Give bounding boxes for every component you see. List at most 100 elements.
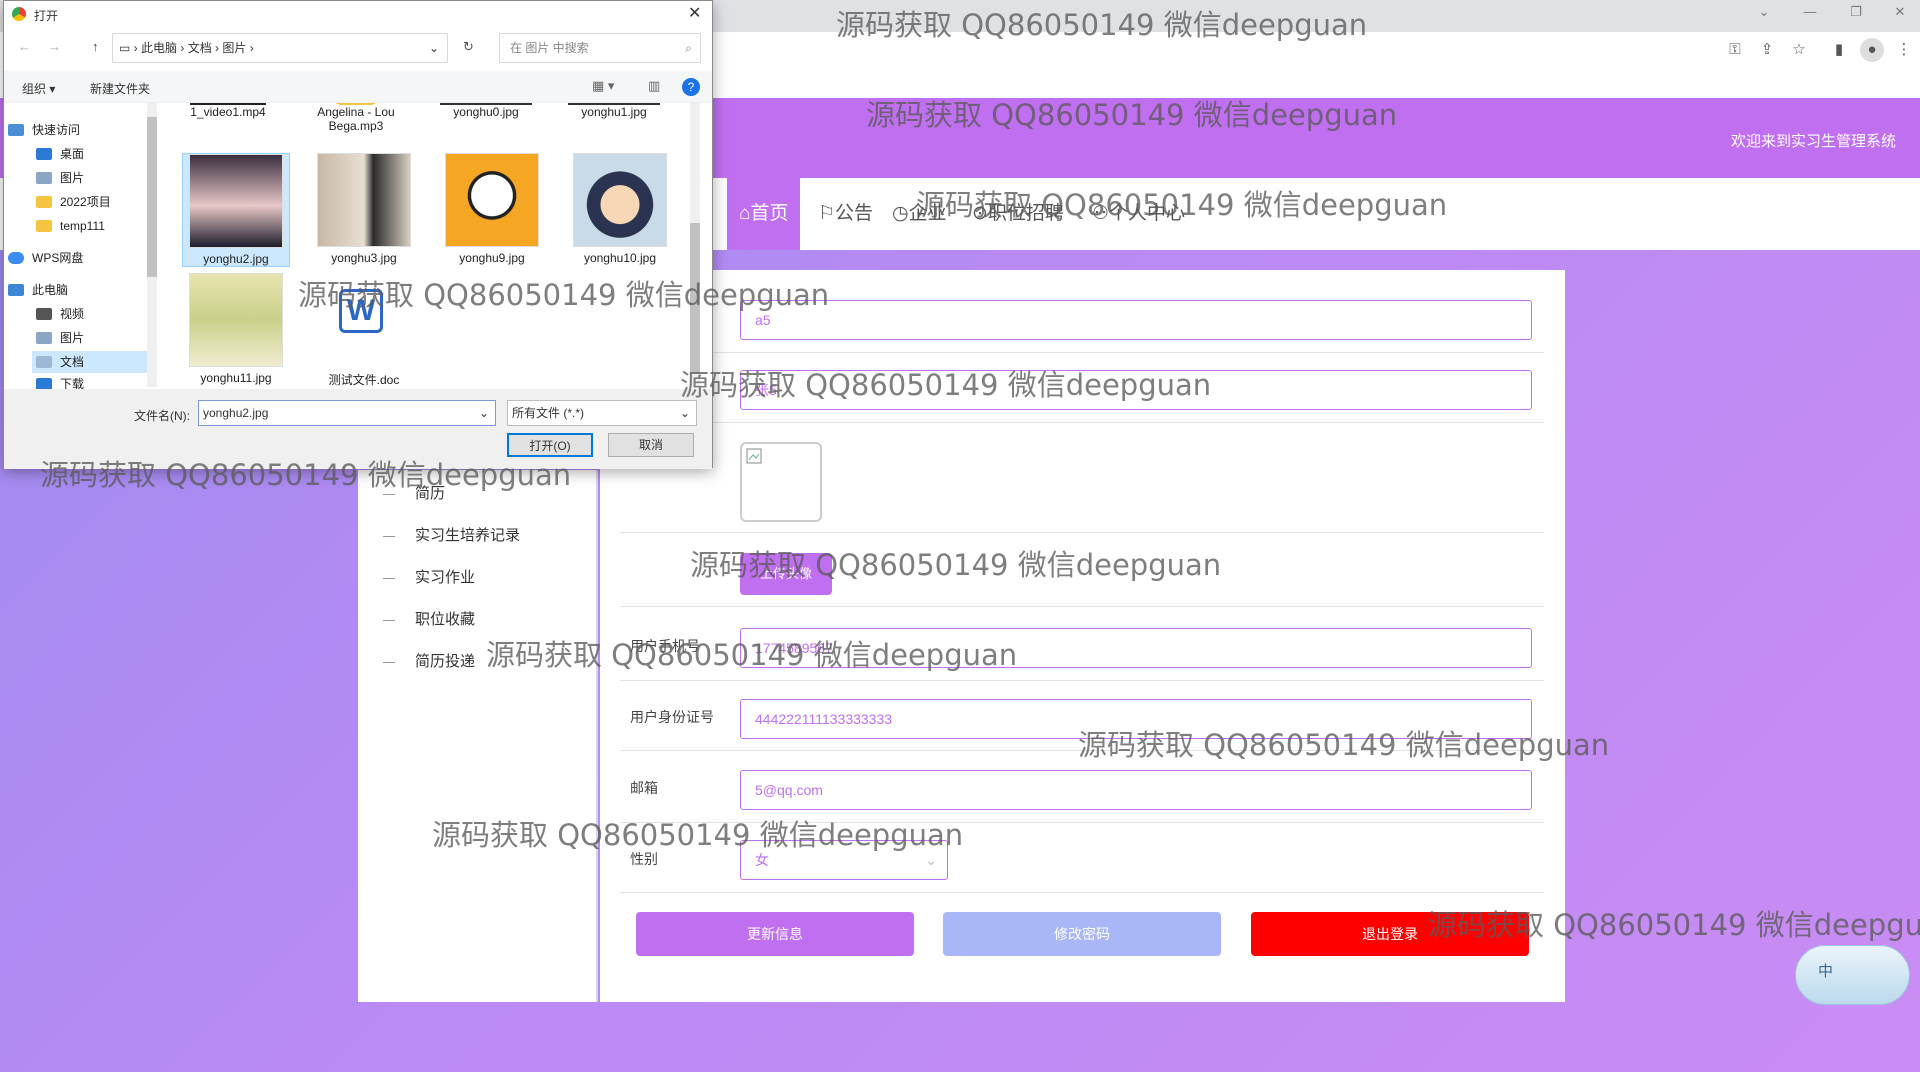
filetype-select[interactable]: 所有文件 (*.*) ⌄ bbox=[507, 400, 697, 426]
sidebar-item-resume[interactable]: 简历 bbox=[383, 482, 445, 503]
change-password-button[interactable]: 修改密码 bbox=[943, 912, 1221, 956]
cloud-icon bbox=[8, 252, 24, 264]
upload-avatar-button[interactable]: 上传头像 bbox=[740, 553, 832, 595]
refresh-icon[interactable]: ↻ bbox=[463, 39, 474, 55]
account-field[interactable]: a5 bbox=[740, 300, 1532, 340]
logout-button[interactable]: 退出登录 bbox=[1251, 912, 1529, 956]
help-icon[interactable]: ? bbox=[682, 78, 700, 96]
chevron-down-icon[interactable]: ⌄ bbox=[479, 401, 489, 425]
nav-notice[interactable]: ⚐公告 bbox=[806, 178, 885, 250]
file-item[interactable]: yonghu1.jpg bbox=[560, 103, 668, 119]
nav-videos[interactable]: 视频 bbox=[32, 303, 84, 325]
ime-widget[interactable]: 中 bbox=[1795, 945, 1910, 1005]
up-arrow-icon[interactable]: ↑ bbox=[92, 39, 99, 54]
file-item[interactable]: yonghu10.jpg bbox=[566, 153, 674, 265]
divider bbox=[620, 892, 1544, 893]
nav-wps-cloud[interactable]: WPS网盘 bbox=[4, 247, 83, 269]
chevron-down-icon: ⌄ bbox=[679, 406, 690, 420]
sidebar-item-applications[interactable]: 简历投递 bbox=[383, 650, 475, 671]
file-item[interactable]: W 测试文件.doc bbox=[310, 273, 418, 387]
email-label: 邮箱 bbox=[630, 780, 658, 796]
dialog-toolbar: 组织 ▾ 新建文件夹 ▦ ▾ ▥ ? bbox=[4, 71, 712, 103]
nav-temp-folder[interactable]: temp111 bbox=[32, 215, 105, 237]
close-icon[interactable]: ✕ bbox=[688, 3, 701, 23]
preview-pane-icon[interactable]: ▥ bbox=[648, 78, 660, 94]
new-folder-button[interactable]: 新建文件夹 bbox=[90, 80, 150, 97]
close-window-icon[interactable]: ✕ bbox=[1880, 4, 1920, 20]
divider bbox=[620, 680, 1544, 681]
nav-jobs[interactable]: ⊙职位招聘 bbox=[960, 178, 1076, 250]
back-arrow-icon[interactable]: ← bbox=[18, 39, 31, 54]
dash-icon bbox=[383, 619, 395, 621]
file-item[interactable]: yonghu0.jpg bbox=[432, 103, 540, 119]
folder-icon: ▭ › bbox=[119, 41, 142, 55]
welcome-text: 欢迎来到实习生管理系统 bbox=[1730, 133, 1896, 150]
nav-scrollbar[interactable] bbox=[147, 103, 157, 387]
nav-this-pc[interactable]: 此电脑 bbox=[4, 279, 68, 301]
filename-input[interactable]: yonghu2.jpg ⌄ bbox=[198, 400, 496, 426]
nav-pictures[interactable]: 图片 bbox=[32, 167, 84, 189]
divider bbox=[620, 822, 1544, 823]
video-folder-icon bbox=[36, 308, 52, 320]
menu-icon[interactable]: ⋮ bbox=[1892, 38, 1916, 62]
sidebar-item-homework[interactable]: 实习作业 bbox=[383, 566, 475, 587]
chrome-logo-icon bbox=[12, 7, 26, 21]
star-icon[interactable]: ☆ bbox=[1787, 38, 1811, 62]
file-scrollbar[interactable] bbox=[690, 103, 700, 387]
image-thumbnail bbox=[573, 153, 667, 247]
sidebar-item-favorites[interactable]: 职位收藏 bbox=[383, 608, 475, 629]
chevron-down-icon[interactable]: ⌄ bbox=[429, 34, 439, 62]
nav-quick-access[interactable]: 快速访问 bbox=[4, 119, 80, 141]
divider bbox=[620, 750, 1544, 751]
breadcrumb-pictures[interactable]: 图片 bbox=[222, 41, 246, 55]
profile-icon[interactable]: ● bbox=[1860, 38, 1884, 62]
nav-documents[interactable]: 文档 bbox=[32, 351, 150, 373]
forward-arrow-icon[interactable]: → bbox=[48, 39, 61, 54]
search-icon: ⌕ bbox=[685, 41, 692, 55]
nav-desktop[interactable]: 桌面 bbox=[32, 143, 84, 165]
restore-icon[interactable]: ❐ bbox=[1836, 4, 1876, 20]
search-input[interactable]: 在 图片 中搜索 ⌕ bbox=[499, 33, 701, 63]
nav-company[interactable]: ◷企业 bbox=[880, 178, 959, 250]
open-file-dialog: 打开 ✕ ← → ↑ ▭ › 此电脑 › 文档 › 图片 › ⌄ ↻ 在 图片 … bbox=[3, 0, 713, 469]
file-item[interactable]: yonghu11.jpg bbox=[182, 273, 290, 385]
chevron-down-icon: ⌄ bbox=[925, 852, 937, 868]
view-options-icon[interactable]: ▦ ▾ bbox=[592, 78, 614, 94]
dash-icon bbox=[383, 661, 395, 663]
idcard-field[interactable]: 444222111133333333 bbox=[740, 699, 1532, 739]
dash-icon bbox=[383, 493, 395, 495]
nav-pictures-pc[interactable]: 图片 bbox=[32, 327, 84, 349]
gender-select[interactable]: 女 ⌄ bbox=[740, 840, 948, 880]
nav-home[interactable]: ⌂首页 bbox=[727, 178, 801, 250]
breadcrumb-pc[interactable]: 此电脑 bbox=[141, 41, 177, 55]
folder-icon bbox=[36, 220, 52, 232]
nav-profile[interactable]: ⚇个人中心 bbox=[1080, 178, 1197, 250]
file-scroll-thumb[interactable] bbox=[690, 223, 700, 373]
file-item[interactable]: yonghu3.jpg bbox=[310, 153, 418, 265]
name-field[interactable]: 张5 bbox=[740, 370, 1532, 410]
tab-search-icon[interactable]: ⌄ bbox=[1744, 4, 1784, 20]
file-item-selected[interactable]: yonghu2.jpg bbox=[182, 153, 290, 267]
breadcrumb-documents[interactable]: 文档 bbox=[188, 41, 212, 55]
phone-field[interactable]: 1774589567 bbox=[740, 628, 1532, 668]
update-info-button[interactable]: 更新信息 bbox=[636, 912, 914, 956]
file-grid: 1_video1.mp4 Angelina - Lou Bega.mp3 yon… bbox=[162, 103, 702, 387]
organize-button[interactable]: 组织 ▾ bbox=[22, 80, 55, 97]
image-thumbnail bbox=[317, 153, 411, 247]
address-bar[interactable]: ▭ › 此电脑 › 文档 › 图片 › ⌄ bbox=[112, 33, 448, 63]
avatar-image bbox=[740, 442, 822, 522]
cancel-button[interactable]: 取消 bbox=[608, 433, 694, 457]
key-icon[interactable]: ⚿ bbox=[1723, 38, 1747, 62]
nav-scroll-thumb[interactable] bbox=[147, 117, 157, 277]
open-button[interactable]: 打开(O) bbox=[507, 433, 593, 457]
share-icon[interactable]: ⇪ bbox=[1755, 38, 1779, 62]
file-item[interactable]: 1_video1.mp4 bbox=[174, 103, 282, 119]
email-field[interactable]: 5@qq.com bbox=[740, 770, 1532, 810]
sidebar-item-training[interactable]: 实习生培养记录 bbox=[383, 524, 520, 545]
nav-project-folder[interactable]: 2022项目 bbox=[32, 191, 111, 213]
sidebar-icon[interactable]: ▮ bbox=[1827, 38, 1851, 62]
file-item[interactable]: Angelina - Lou Bega.mp3 bbox=[302, 103, 410, 133]
documents-folder-icon bbox=[36, 356, 52, 368]
file-item[interactable]: yonghu9.jpg bbox=[438, 153, 546, 265]
minimize-icon[interactable]: — bbox=[1790, 4, 1830, 19]
